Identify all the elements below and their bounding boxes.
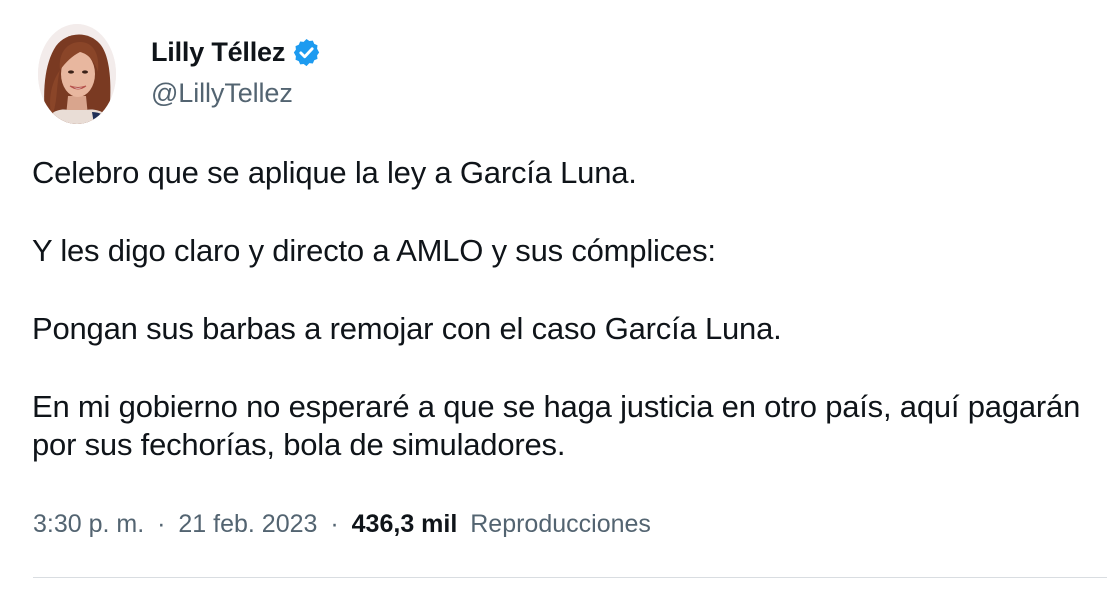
- tweet-text: Celebro que se aplique la ley a García L…: [32, 154, 1092, 504]
- tweet-paragraph: Y les digo claro y directo a AMLO y sus …: [32, 233, 716, 268]
- tweet-paragraph: Pongan sus barbas a remojar con el caso …: [32, 311, 782, 346]
- display-name-row: Lilly Téllez: [151, 35, 322, 69]
- meta-separator: ·: [330, 510, 339, 538]
- user-handle[interactable]: @LillyTellez: [151, 78, 322, 109]
- verified-badge-icon: [291, 37, 322, 68]
- tweet-header: Lilly Téllez @LillyTellez: [38, 24, 322, 124]
- avatar[interactable]: [38, 24, 116, 124]
- display-name[interactable]: Lilly Téllez: [151, 37, 285, 68]
- tweet-paragraph: Celebro que se aplique la ley a García L…: [32, 155, 637, 190]
- views-count[interactable]: 436,3 mil: [352, 510, 458, 538]
- author-names: Lilly Téllez @LillyTellez: [151, 35, 322, 109]
- profile-photo-icon: [38, 24, 116, 124]
- tweet-meta: 3:30 p. m. · 21 feb. 2023 · 436,3 mil Re…: [33, 510, 651, 539]
- views-label: Reproducciones: [470, 510, 651, 538]
- tweet-paragraph: En mi gobierno no esperaré a que se haga…: [32, 389, 1081, 462]
- divider: [33, 577, 1107, 578]
- tweet-time[interactable]: 3:30 p. m.: [33, 510, 144, 538]
- tweet-card: Lilly Téllez @LillyTellez Celebro que se…: [0, 0, 1107, 603]
- tweet-date[interactable]: 21 feb. 2023: [178, 510, 317, 538]
- meta-separator: ·: [157, 510, 166, 538]
